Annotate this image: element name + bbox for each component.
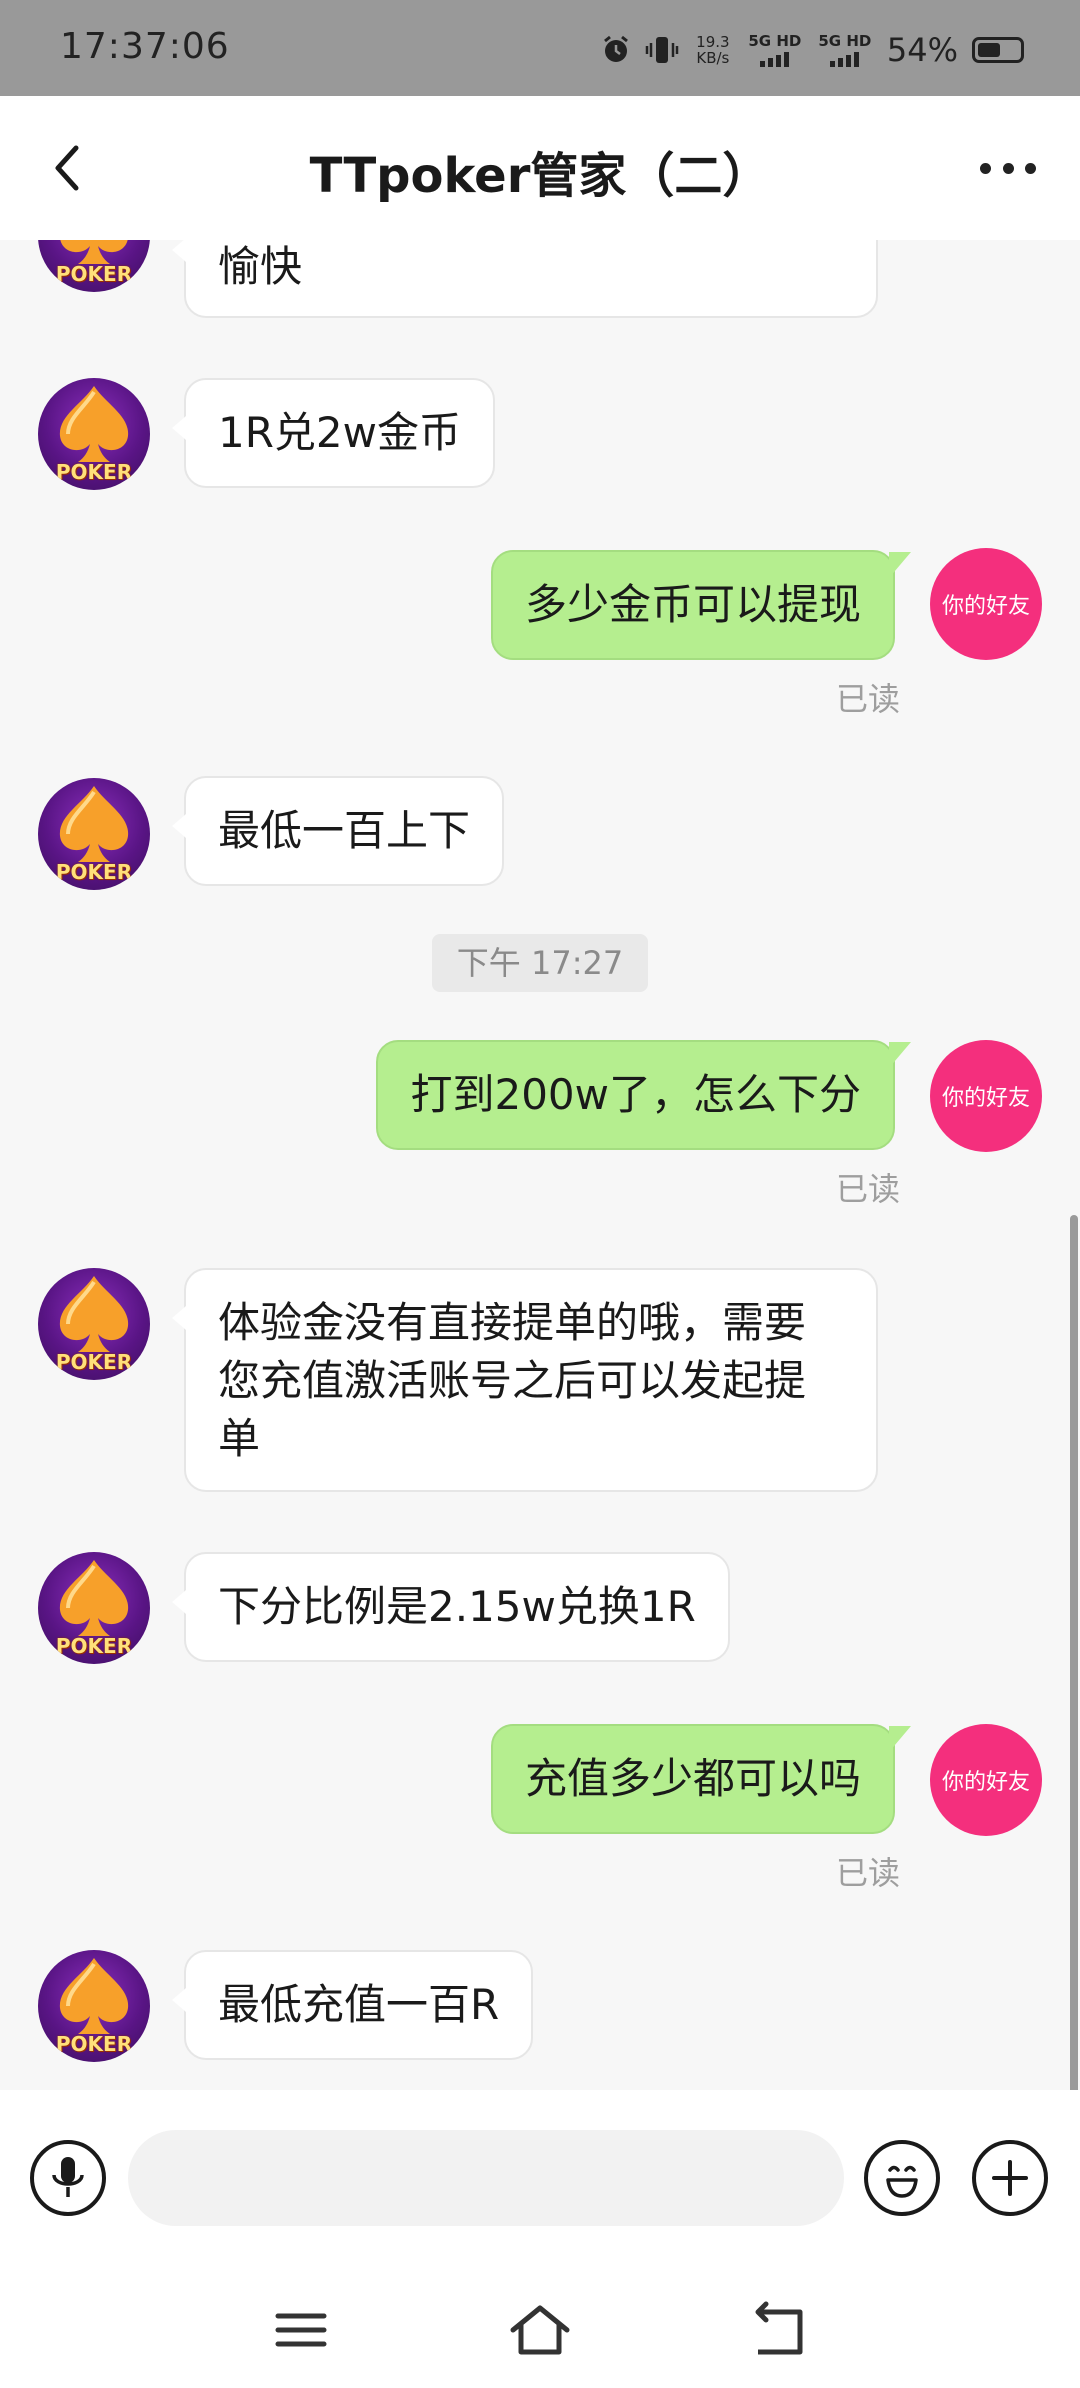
message-text: 1R兑2w金币 (218, 408, 461, 457)
battery-fill (978, 43, 1000, 57)
message-bubble-incoming[interactable]: 1R兑2w金币 (172, 378, 495, 488)
signal-sim1: 5G HD (747, 33, 803, 67)
status-bar: 17:37:06 19.3 KB/s 5G HD 5G HD 54% (0, 0, 1080, 96)
spade-icon (59, 1560, 129, 1636)
message-bubble-outgoing[interactable]: 打到200w了，怎么下分 (376, 1040, 911, 1150)
chat-timestamp: 下午 17:27 (432, 934, 648, 992)
home-icon[interactable] (505, 2300, 575, 2360)
signal-bars-icon (830, 51, 860, 67)
chat-scrollbar[interactable] (1070, 1215, 1078, 2090)
poker-logo-text: POKER (55, 262, 133, 286)
message-text: 充值多少都可以吗 (524, 1754, 861, 1803)
message-bubble-incoming[interactable]: 最低充值一百R (171, 1950, 534, 2060)
input-bar (0, 2090, 1080, 2270)
message-text: 愉快 (218, 242, 303, 291)
message-text: 最低充值一百R (218, 1980, 500, 2029)
vibrate-icon (645, 37, 679, 63)
message-bubble-incoming[interactable]: 愉快 (172, 240, 878, 318)
chat-area[interactable]: POKER 愉快 POKER 1R兑2w金币 多少金币可以提现 你的好友 已读 … (0, 240, 1080, 2090)
emoji-icon[interactable] (864, 2140, 940, 2216)
friend-avatar-label: 你的好友 (941, 1770, 1030, 1795)
alarm-icon (603, 35, 628, 62)
poker-avatar[interactable]: POKER (38, 1552, 150, 1664)
sim2-label: 5G HD (818, 32, 872, 50)
read-status: 已读 (835, 1170, 900, 1208)
system-nav-bar (0, 2270, 1080, 2388)
poker-avatar[interactable]: POKER (38, 1268, 150, 1380)
poker-avatar[interactable]: POKER (38, 240, 150, 292)
battery-percent: 54% (886, 31, 958, 69)
back-nav-icon[interactable] (744, 2300, 814, 2360)
friend-avatar[interactable]: 你的好友 (930, 1040, 1042, 1152)
friend-avatar[interactable]: 你的好友 (930, 1724, 1042, 1836)
message-bubble-outgoing[interactable]: 充值多少都可以吗 (490, 1724, 912, 1834)
friend-avatar-label: 你的好友 (941, 1086, 1030, 1111)
microphone-icon[interactable] (30, 2140, 106, 2216)
signal-sim2: 5G HD (817, 33, 873, 67)
battery-icon (972, 37, 1024, 63)
message-bubble-outgoing[interactable]: 多少金币可以提现 (490, 550, 912, 660)
poker-avatar[interactable]: POKER (38, 778, 150, 890)
sim1-label: 5G HD (748, 32, 802, 50)
message-bubble-incoming[interactable]: 下分比例是2.15w兑换1R (172, 1552, 730, 1662)
spade-icon (59, 386, 129, 462)
poker-logo-text: POKER (55, 2032, 133, 2056)
menu-icon[interactable] (266, 2300, 336, 2360)
message-text: 最低一百上下 (218, 806, 471, 855)
spade-icon (59, 786, 129, 862)
poker-logo-text: POKER (55, 460, 133, 484)
plus-icon[interactable] (972, 2140, 1048, 2216)
message-bubble-incoming[interactable]: 体验金没有直接提单的哦，需要您充值激活账号之后可以发起提单 (172, 1268, 878, 1492)
status-icons: 19.3 KB/s 5G HD 5G HD 54% (601, 28, 1024, 72)
poker-avatar[interactable]: POKER (38, 1950, 150, 2062)
net-speed: 19.3 KB/s (693, 34, 733, 66)
signal-bars-icon (760, 51, 790, 67)
read-status: 已读 (835, 1854, 900, 1892)
spade-icon (59, 1276, 129, 1352)
message-text: 多少金币可以提现 (524, 580, 861, 629)
net-speed-unit: KB/s (696, 49, 730, 67)
status-time: 17:37:06 (60, 26, 230, 67)
friend-avatar[interactable]: 你的好友 (930, 548, 1042, 660)
poker-logo-text: POKER (55, 1634, 133, 1658)
poker-logo-text: POKER (55, 860, 133, 884)
more-dots-icon[interactable] (980, 154, 1036, 182)
poker-logo-text: POKER (55, 1350, 133, 1374)
spade-icon (59, 1958, 129, 2034)
friend-avatar-label: 你的好友 (941, 594, 1030, 619)
message-text: 打到200w了，怎么下分 (410, 1070, 861, 1119)
chat-header: TTpoker管家（二） (0, 96, 1080, 240)
page-title: TTpoker管家（二） (309, 148, 771, 204)
net-speed-value: 19.3 (696, 33, 730, 51)
message-text: 下分比例是2.15w兑换1R (218, 1582, 696, 1631)
message-input[interactable] (128, 2130, 844, 2226)
read-status: 已读 (835, 680, 900, 718)
message-bubble-incoming[interactable]: 最低一百上下 (171, 776, 505, 886)
message-text: 体验金没有直接提单的哦，需要您充值激活账号之后可以发起提单 (218, 1298, 807, 1463)
poker-avatar[interactable]: POKER (38, 378, 150, 490)
